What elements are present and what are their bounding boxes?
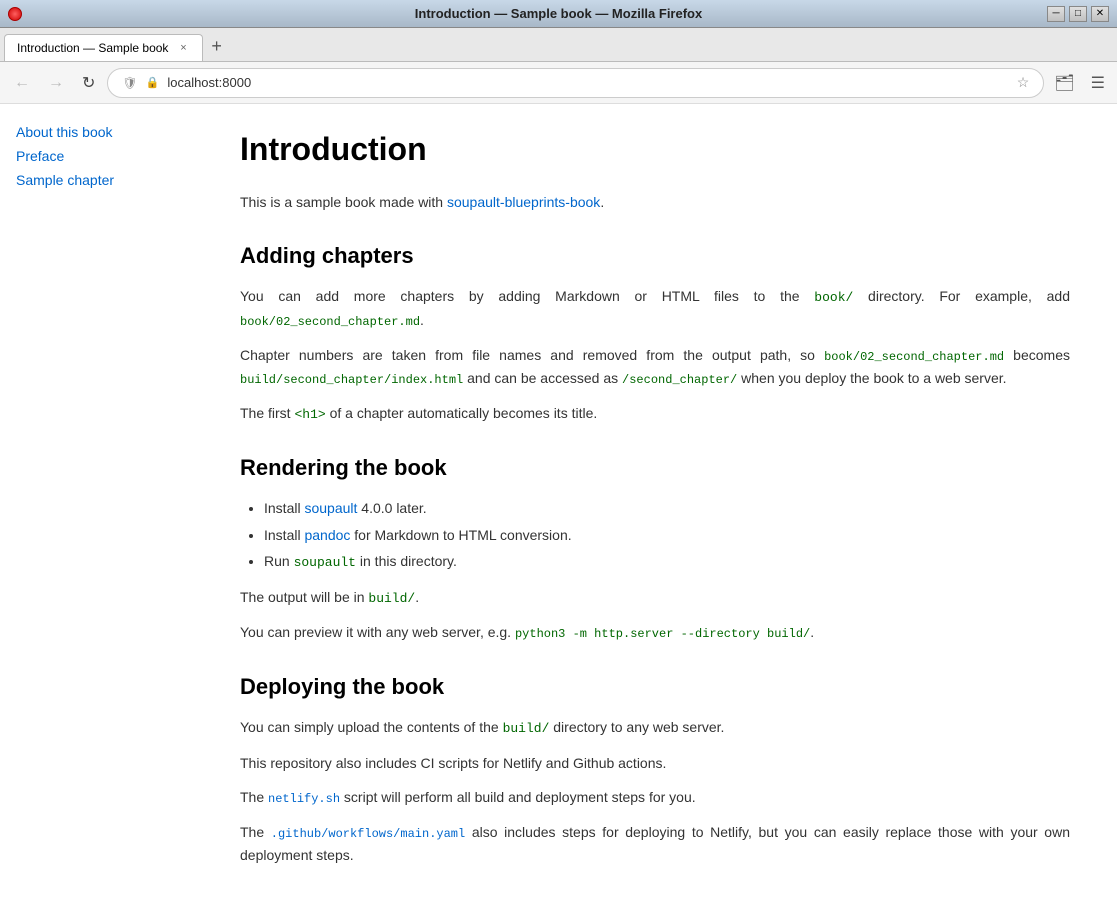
intro-text-after: . [600, 194, 604, 210]
close-button[interactable]: ✕ [1091, 6, 1109, 22]
address-bar[interactable]: 🛡 🔒 localhost:8000 ☆ [107, 68, 1044, 98]
output-paragraph: The output will be in build/. [240, 586, 1070, 610]
book-dir-code: book/ [814, 290, 853, 305]
nav-right-icons: 🗂 ☰ [1050, 69, 1109, 97]
build-dir-code: build/ [368, 591, 415, 606]
deploy-p2: This repository also includes CI scripts… [240, 752, 1070, 774]
soupault-link[interactable]: soupault [304, 500, 357, 516]
tab-label: Introduction — Sample book [17, 41, 168, 55]
adding-chapters-p3: The first <h1> of a chapter automaticall… [240, 402, 1070, 426]
active-tab[interactable]: Introduction — Sample book × [4, 34, 203, 61]
browser-content: About this book Preface Sample chapter I… [0, 104, 1117, 904]
title-bar-right: ─ □ ✕ [1047, 6, 1109, 22]
pocket-button[interactable]: 🗂 [1050, 69, 1078, 97]
h1-tag-code: <h1> [294, 407, 325, 422]
title-bar: Introduction — Sample book — Mozilla Fir… [0, 0, 1117, 28]
nav-bar: ← → ↻ 🛡 🔒 localhost:8000 ☆ 🗂 ☰ [0, 62, 1117, 104]
build-upload-code: build/ [503, 721, 550, 736]
maximize-button[interactable]: □ [1069, 6, 1087, 22]
list-item-pandoc: Install pandoc for Markdown to HTML conv… [264, 524, 1070, 546]
main-content: Introduction This is a sample book made … [220, 104, 1100, 904]
bookmark-icon[interactable]: ☆ [1017, 74, 1030, 91]
title-bar-left [8, 7, 22, 21]
intro-text-before: This is a sample book made with [240, 194, 447, 210]
list-item-soupault: Install soupault 4.0.0 later. [264, 497, 1070, 519]
netlify-script-link[interactable]: netlify.sh [268, 792, 340, 806]
adding-chapters-p1: You can add more chapters by adding Mark… [240, 285, 1070, 332]
sidebar-link-about[interactable]: About this book [16, 124, 204, 140]
lock-icon: 🔒 [146, 76, 160, 89]
tab-bar: Introduction — Sample book × + [0, 28, 1117, 62]
source-path-code: book/02_second_chapter.md [824, 350, 1004, 364]
python-server-code: python3 -m http.server --directory build… [515, 627, 810, 641]
page-title: Introduction [240, 124, 1070, 175]
deploy-p3: The netlify.sh script will perform all b… [240, 786, 1070, 809]
soupault-blueprints-link[interactable]: soupault-blueprints-book [447, 194, 600, 210]
web-path-code: /second_chapter/ [622, 373, 737, 387]
back-button[interactable]: ← [8, 70, 36, 96]
second-chapter-code: book/02_second_chapter.md [240, 315, 420, 329]
new-tab-button[interactable]: + [203, 36, 230, 57]
tab-close-button[interactable]: × [176, 41, 190, 55]
forward-button[interactable]: → [42, 70, 70, 96]
title-bar-title: Introduction — Sample book — Mozilla Fir… [415, 6, 702, 21]
sidebar-link-preface[interactable]: Preface [16, 148, 204, 164]
sidebar-link-sample[interactable]: Sample chapter [16, 172, 204, 188]
intro-paragraph: This is a sample book made with soupault… [240, 191, 1070, 213]
run-soupault-code: soupault [294, 555, 356, 570]
github-workflow-link[interactable]: .github/workflows/main.yaml [271, 827, 465, 841]
adding-chapters-heading: Adding chapters [240, 238, 1070, 273]
rendering-list: Install soupault 4.0.0 later. Install pa… [264, 497, 1070, 574]
deploying-heading: Deploying the book [240, 669, 1070, 704]
close-window-button[interactable] [8, 7, 22, 21]
url-text: localhost:8000 [167, 75, 1008, 90]
menu-button[interactable]: ☰ [1087, 69, 1109, 97]
list-item-run: Run soupault in this directory. [264, 550, 1070, 574]
rendering-heading: Rendering the book [240, 450, 1070, 485]
deploy-p1: You can simply upload the contents of th… [240, 716, 1070, 740]
adding-chapters-p2: Chapter numbers are taken from file name… [240, 344, 1070, 390]
minimize-button[interactable]: ─ [1047, 6, 1065, 22]
deploy-p4: The .github/workflows/main.yaml also inc… [240, 821, 1070, 867]
pandoc-link[interactable]: pandoc [304, 527, 350, 543]
sidebar: About this book Preface Sample chapter [0, 104, 220, 904]
build-path-code: build/second_chapter/index.html [240, 373, 463, 387]
reload-button[interactable]: ↻ [76, 69, 101, 97]
preview-paragraph: You can preview it with any web server, … [240, 621, 1070, 644]
shield-icon: 🛡 [122, 76, 137, 90]
